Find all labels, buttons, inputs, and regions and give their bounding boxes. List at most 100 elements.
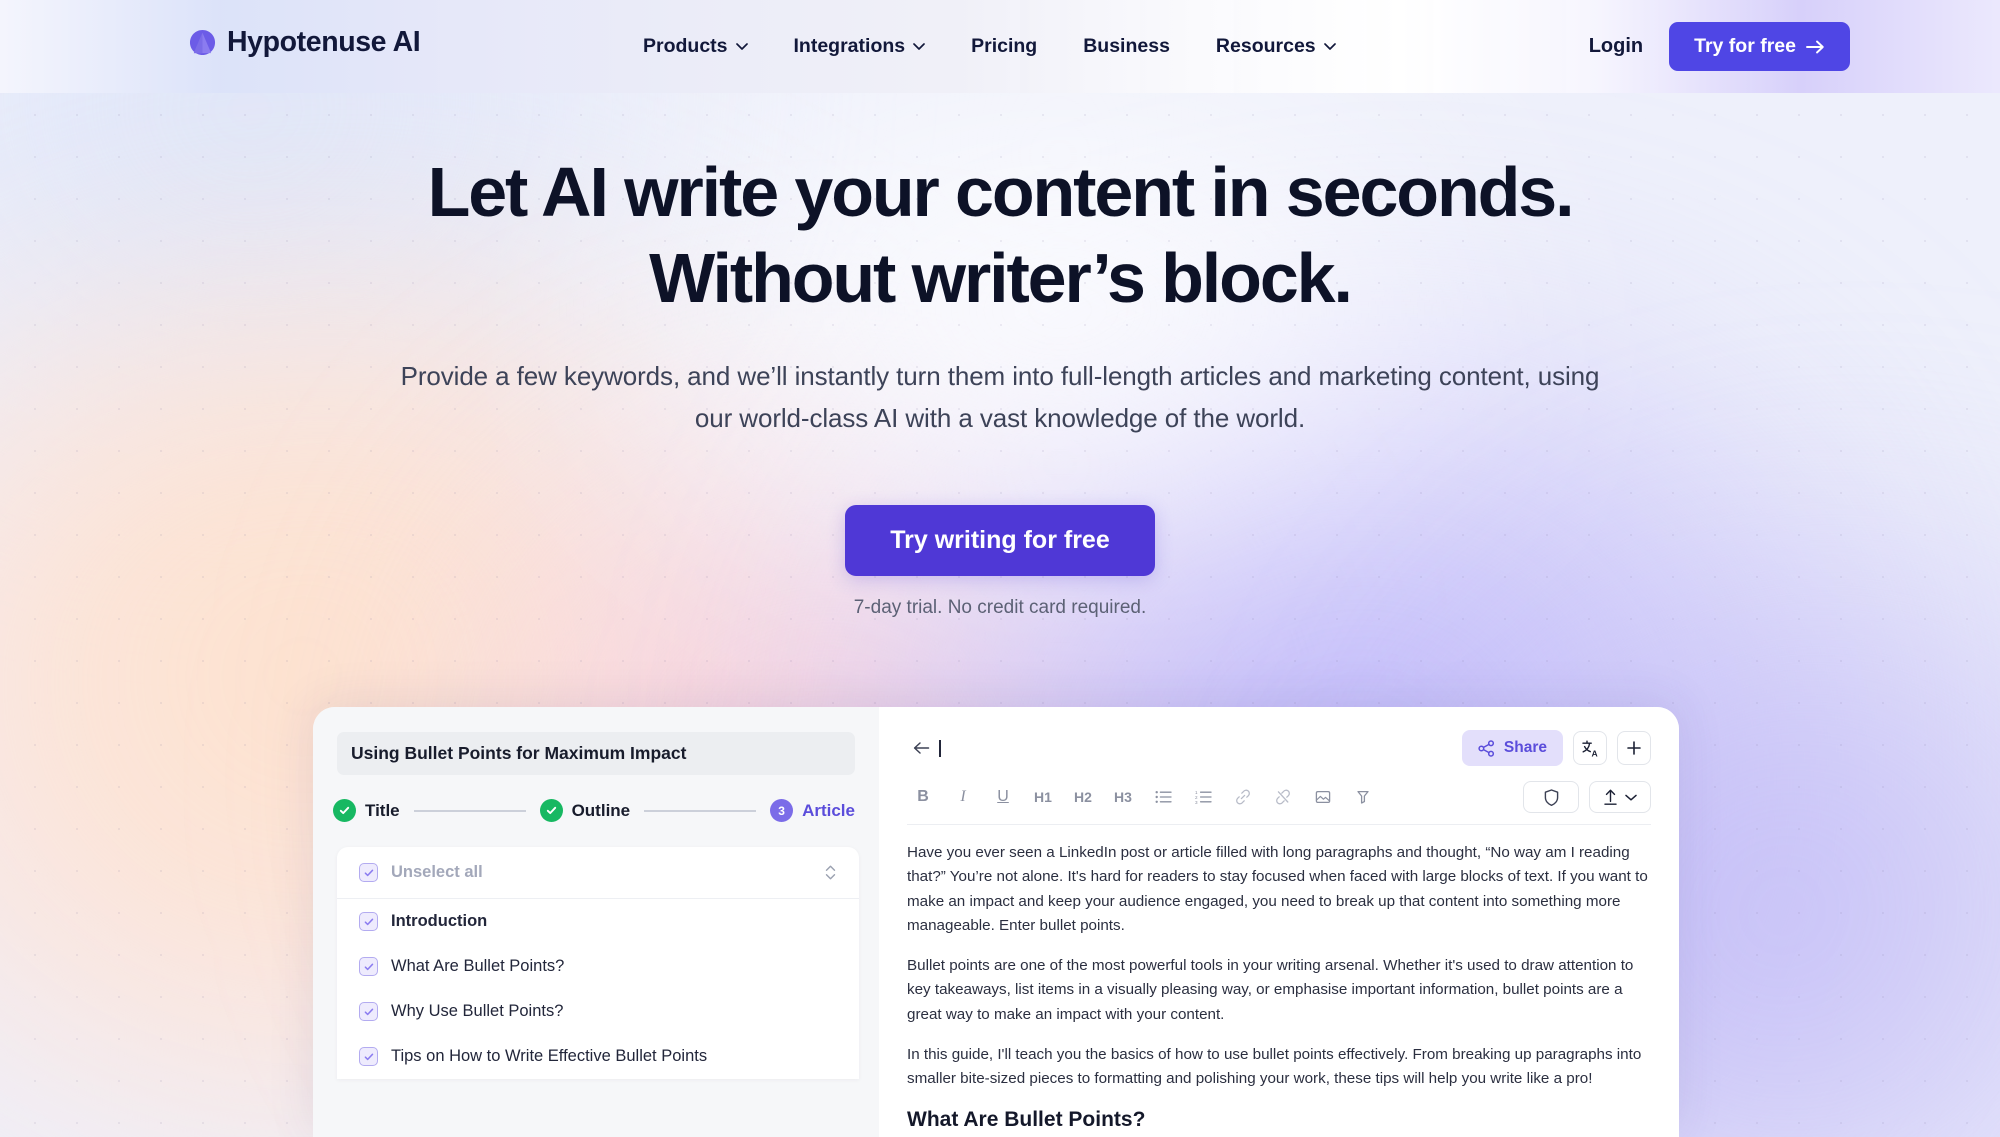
app-outline-panel: Using Bullet Points for Maximum Impact T…: [313, 707, 879, 1137]
outline-list-panel: Unselect all Introduction What Are Bulle…: [337, 847, 859, 1079]
nav-item-integrations[interactable]: Integrations: [771, 27, 949, 66]
outline-item[interactable]: Tips on How to Write Effective Bullet Po…: [337, 1034, 859, 1079]
add-button[interactable]: [1617, 731, 1651, 765]
login-link[interactable]: Login: [1589, 35, 1643, 58]
editor-paragraph: Have you ever seen a LinkedIn post or ar…: [907, 844, 1648, 934]
nav-actions: Login Try for free: [1589, 0, 1850, 93]
step-outline[interactable]: Outline: [539, 799, 631, 822]
bullet-list-icon: [1155, 791, 1172, 803]
step-article-number: 3: [770, 799, 794, 822]
step-title-label: Title: [365, 800, 400, 820]
hero-cta-group: Try writing for free 7-day trial. No cre…: [0, 505, 2000, 619]
chevron-down-icon: [1323, 43, 1336, 50]
translate-icon: A: [1581, 740, 1597, 758]
outline-item-checkbox[interactable]: [359, 912, 378, 931]
image-icon: [1315, 790, 1331, 804]
underline-button[interactable]: U: [987, 782, 1019, 812]
brand-logo[interactable]: Hypotenuse AI: [189, 26, 421, 59]
editor-topbar: Share A: [907, 727, 1651, 769]
heading-1-button[interactable]: H1: [1027, 782, 1059, 812]
outline-item-checkbox[interactable]: [359, 1047, 378, 1066]
shield-icon: [1544, 788, 1558, 806]
try-writing-for-free-button[interactable]: Try writing for free: [845, 505, 1155, 576]
app-editor-panel: Share A B I U H1 H2 H3 1 2 3 Have you ev…: [879, 707, 1679, 1137]
hero-subtitle-line-1: Provide a few keywords, and we’ll instan…: [400, 361, 1432, 391]
sort-updown-icon[interactable]: [824, 863, 837, 882]
editor-paragraph: In this guide, I'll teach you the basics…: [907, 1046, 1642, 1088]
clear-format-button[interactable]: [1347, 782, 1379, 812]
step-connector-1: [413, 809, 526, 812]
upload-icon: [1604, 789, 1617, 805]
select-all-checkbox[interactable]: [359, 863, 378, 882]
hero-subtitle: Provide a few keywords, and we’ll instan…: [385, 355, 1615, 439]
progress-stepper: Title Outline 3 Article: [333, 799, 855, 822]
editor-content-area[interactable]: Have you ever seen a LinkedIn post or ar…: [907, 825, 1651, 1132]
bullet-list-button[interactable]: [1147, 782, 1179, 812]
numbered-list-button[interactable]: 1 2 3: [1187, 782, 1219, 812]
unlink-button[interactable]: [1267, 782, 1299, 812]
share-button[interactable]: Share: [1461, 730, 1563, 766]
nav-item-products-label: Products: [643, 35, 728, 57]
share-nodes-icon: [1478, 739, 1494, 757]
step-article-label: Article: [802, 800, 855, 820]
try-for-free-button[interactable]: Try for free: [1669, 22, 1850, 71]
nav-item-pricing[interactable]: Pricing: [948, 27, 1060, 66]
select-all-label: Unselect all: [391, 863, 483, 881]
unlink-icon: [1276, 789, 1290, 805]
svg-text:3: 3: [1195, 800, 1198, 804]
outline-item[interactable]: Why Use Bullet Points?: [337, 989, 859, 1034]
app-mockup-card: Using Bullet Points for Maximum Impact T…: [313, 707, 1679, 1137]
step-article[interactable]: 3 Article: [770, 799, 855, 822]
chevron-down-icon: [1625, 794, 1637, 801]
heading-3-button[interactable]: H3: [1107, 782, 1139, 812]
chevron-down-icon: [913, 43, 925, 50]
link-button[interactable]: [1227, 782, 1259, 812]
outline-item-label: Introduction: [391, 912, 488, 930]
hero-title-line-2: Without writer’s block.: [649, 239, 1353, 317]
main-navbar: Hypotenuse AI Products Integrations Pric…: [0, 0, 2000, 93]
plagiarism-shield-button[interactable]: [1523, 781, 1579, 813]
outline-item[interactable]: What Are Bullet Points?: [337, 944, 859, 989]
outline-item-checkbox[interactable]: [359, 1002, 378, 1021]
nav-item-business[interactable]: Business: [1060, 27, 1193, 66]
nav-item-products[interactable]: Products: [620, 27, 771, 66]
italic-button[interactable]: I: [947, 782, 979, 812]
text-caret: [939, 739, 941, 757]
nav-item-business-label: Business: [1083, 35, 1170, 57]
hero-section: Let AI write your content in seconds. Wi…: [0, 93, 2000, 619]
eraser-icon: [1357, 790, 1369, 804]
outline-select-all-row[interactable]: Unselect all: [337, 847, 859, 899]
step-outline-check-icon: [539, 799, 563, 822]
step-connector-2: [644, 809, 757, 812]
plus-icon: [1627, 741, 1641, 755]
nav-item-resources[interactable]: Resources: [1193, 27, 1359, 66]
editor-heading: What Are Bullet Points?: [907, 1107, 1146, 1131]
step-title[interactable]: Title: [333, 799, 400, 822]
nav-links: Products Integrations Pricing Business R…: [620, 0, 1359, 93]
arrow-right-icon: [1806, 40, 1824, 53]
outline-item-label: Tips on How to Write Effective Bullet Po…: [391, 1047, 708, 1065]
nav-item-integrations-label: Integrations: [793, 35, 906, 57]
nav-item-resources-label: Resources: [1215, 35, 1316, 57]
heading-2-button[interactable]: H2: [1067, 782, 1099, 812]
outline-item-checkbox[interactable]: [359, 957, 378, 976]
bold-button[interactable]: B: [907, 782, 939, 812]
outline-item-label: Why Use Bullet Points?: [391, 1002, 564, 1020]
outline-item-label: What Are Bullet Points?: [391, 957, 565, 975]
share-button-label: Share: [1503, 739, 1547, 756]
back-button[interactable]: [907, 733, 937, 763]
hero-title-line-1: Let AI write your content in seconds.: [427, 153, 1575, 231]
hypotenuse-logo-icon: [189, 29, 216, 56]
document-title-field[interactable]: Using Bullet Points for Maximum Impact: [337, 732, 855, 775]
chevron-down-icon: [735, 43, 748, 50]
translate-button[interactable]: A: [1573, 731, 1607, 765]
svg-text:A: A: [1591, 748, 1597, 757]
image-button[interactable]: [1307, 782, 1339, 812]
try-for-free-label: Try for free: [1694, 35, 1796, 57]
numbered-list-icon: 1 2 3: [1195, 790, 1212, 804]
outline-item[interactable]: Introduction: [337, 899, 859, 944]
step-outline-label: Outline: [571, 800, 631, 820]
step-title-check-icon: [333, 799, 356, 822]
nav-item-pricing-label: Pricing: [971, 35, 1038, 57]
export-button[interactable]: [1589, 781, 1651, 813]
